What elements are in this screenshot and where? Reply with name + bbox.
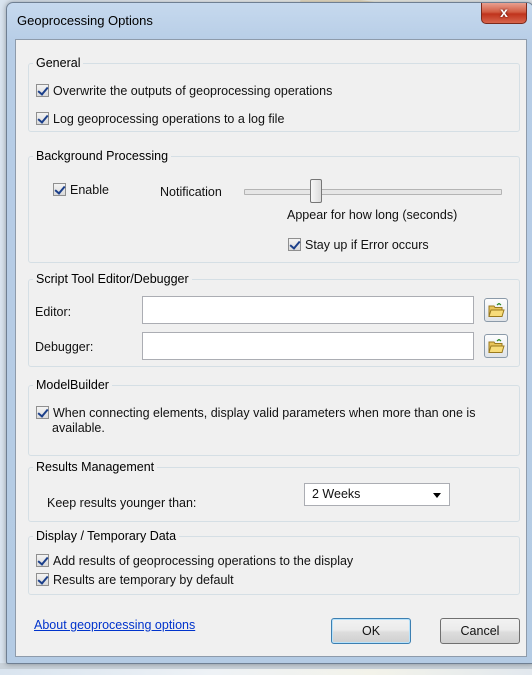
stay-up-label: Stay up if Error occurs xyxy=(305,238,429,252)
overwrite-checkbox[interactable] xyxy=(36,84,49,97)
group-title: ModelBuilder xyxy=(36,378,109,392)
group-title: Results Management xyxy=(36,460,155,474)
notification-label: Notification xyxy=(160,185,222,199)
ok-button[interactable]: OK xyxy=(331,618,411,644)
enable-checkbox[interactable] xyxy=(53,183,66,196)
valid-parameters-option[interactable]: When connecting elements, display valid … xyxy=(36,406,475,420)
stay-up-option[interactable]: Stay up if Error occurs xyxy=(288,238,429,252)
keep-results-label: Keep results younger than: xyxy=(47,496,197,510)
enable-label: Enable xyxy=(70,183,109,197)
folder-open-icon xyxy=(488,303,505,317)
keep-results-value: 2 Weeks xyxy=(312,487,361,501)
valid-parameters-checkbox[interactable] xyxy=(36,406,49,419)
dialog-title: Geoprocessing Options xyxy=(17,13,153,28)
dialog-body: General Overwrite the outputs of geoproc… xyxy=(15,39,527,657)
add-results-checkbox[interactable] xyxy=(36,554,49,567)
geoprocessing-options-dialog: Geoprocessing Options x General Overwrit… xyxy=(6,2,532,664)
browse-debugger-button[interactable] xyxy=(484,334,508,358)
log-label: Log geoprocessing operations to a log fi… xyxy=(53,112,285,126)
debugger-input[interactable] xyxy=(142,332,474,360)
folder-open-icon xyxy=(488,339,505,353)
slider-thumb[interactable] xyxy=(310,179,322,203)
enable-option[interactable]: Enable xyxy=(53,183,109,197)
temporary-results-label: Results are temporary by default xyxy=(53,573,234,587)
group-title: Background Processing xyxy=(36,149,169,163)
appear-duration-label: Appear for how long (seconds) xyxy=(287,208,458,222)
valid-parameters-label-continued: available. xyxy=(52,421,105,435)
add-results-option[interactable]: Add results of geoprocessing operations … xyxy=(36,554,353,568)
editor-label: Editor: xyxy=(35,305,72,319)
temporary-results-option[interactable]: Results are temporary by default xyxy=(36,573,234,587)
cancel-button[interactable]: Cancel xyxy=(440,618,520,644)
group-title: Script Tool Editor/Debugger xyxy=(36,272,189,286)
group-title: General xyxy=(36,56,81,70)
log-checkbox[interactable] xyxy=(36,112,49,125)
browse-editor-button[interactable] xyxy=(484,298,508,322)
group-title: Display / Temporary Data xyxy=(36,529,177,543)
keep-results-select[interactable]: 2 Weeks xyxy=(304,483,450,506)
background-processing-group: Background Processing xyxy=(28,149,520,263)
valid-parameters-label: When connecting elements, display valid … xyxy=(53,406,476,420)
about-geoprocessing-link[interactable]: About geoprocessing options xyxy=(34,618,195,632)
slider-track[interactable] xyxy=(244,189,502,195)
log-option[interactable]: Log geoprocessing operations to a log fi… xyxy=(36,112,284,126)
close-button[interactable]: x xyxy=(481,3,527,24)
overwrite-label: Overwrite the outputs of geoprocessing o… xyxy=(53,84,333,98)
editor-input[interactable] xyxy=(142,296,474,324)
debugger-label: Debugger: xyxy=(35,340,94,354)
add-results-label: Add results of geoprocessing operations … xyxy=(53,554,354,568)
stay-up-checkbox[interactable] xyxy=(288,238,301,251)
overwrite-option[interactable]: Overwrite the outputs of geoprocessing o… xyxy=(36,84,332,98)
title-bar[interactable]: Geoprocessing Options x xyxy=(7,3,532,37)
temporary-results-checkbox[interactable] xyxy=(36,573,49,586)
chevron-down-icon[interactable] xyxy=(433,493,441,498)
